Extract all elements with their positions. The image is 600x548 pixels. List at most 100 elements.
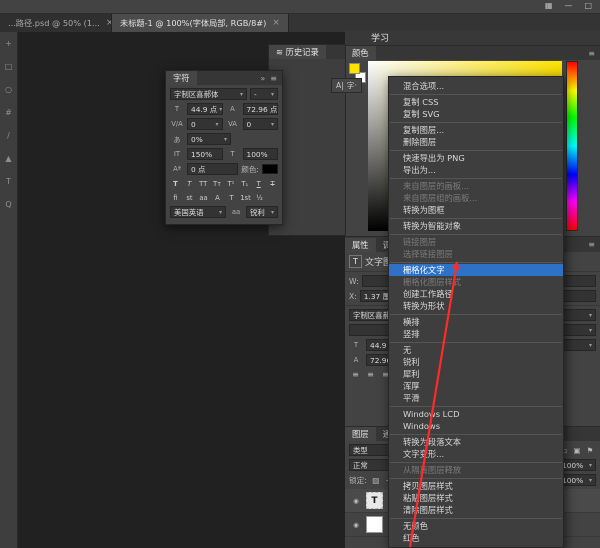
eyedropper-tool-icon[interactable]: / [7,132,10,140]
menu-item-29[interactable]: 锐利 [389,356,563,368]
crop-tool-icon[interactable]: # [5,109,12,117]
hue-slider[interactable] [566,61,578,231]
swash-button[interactable]: st [184,192,195,203]
faux-italic-button[interactable]: T [184,178,195,189]
font-style-select[interactable]: - [250,88,278,100]
tab-properties[interactable]: 属性 [345,237,376,252]
titling-alt-button[interactable]: A [212,192,223,203]
menu-item-32[interactable]: 平滑 [389,392,563,404]
foreground-color-swatch[interactable] [349,63,360,74]
filter-smartobject-icon[interactable]: ▣ [571,446,583,455]
menu-item-37[interactable]: 转换为段落文本 [389,436,563,448]
character-row-scale: IT 150% T 100% [170,148,278,160]
font-size-input[interactable]: 44.9 点 [187,103,223,115]
learn-title: 学习 [371,34,390,44]
menu-item-44[interactable]: 清除图层样式 [389,504,563,516]
proportional-input[interactable]: 0% [187,133,231,145]
brush-tool-icon[interactable]: ▲ [5,155,11,163]
close-tab-icon[interactable]: × [272,18,280,28]
leading-input[interactable]: 72.96 点 [242,103,278,115]
tab-character[interactable]: 字符 [166,71,197,85]
menu-item-30[interactable]: 犀利 [389,368,563,380]
tracking-icon: VA [228,120,237,128]
tab-history[interactable]: ≋ 历史记录 [269,45,326,59]
menu-item-26[interactable]: 竖排 [389,328,563,340]
lasso-tool-icon[interactable]: ○ [5,86,12,94]
menu-item-42[interactable]: 拷贝图层样式 [389,480,563,492]
menu-item-0[interactable]: 混合选项... [389,80,563,92]
tools-toolbar: + □ ○ # / ▲ T Q [0,32,18,548]
menu-item-34[interactable]: Windows LCD [389,408,563,420]
menu-item-8[interactable]: 快速导出为 PNG [389,152,563,164]
fractions-button[interactable]: ½ [254,192,265,203]
menu-item-22[interactable]: 创建工作路径 [389,288,563,300]
faux-bold-button[interactable]: T [170,178,181,189]
grid-icon[interactable]: ▦ [545,1,553,10]
vertical-scale-input[interactable]: 150% [187,148,223,160]
collapsed-character-panel-button[interactable]: A| 字· [331,78,362,93]
menu-item-13[interactable]: 转换为图框 [389,204,563,216]
filter-flag-icon[interactable]: ⚑ [584,446,596,455]
menu-item-2[interactable]: 复制 CSS [389,96,563,108]
menu-item-28[interactable]: 无 [389,344,563,356]
menu-item-31[interactable]: 浑厚 [389,380,563,392]
leading-icon: A [353,356,359,364]
menu-item-47[interactable]: 红色 [389,532,563,544]
menu-item-20[interactable]: 栅格化文字 [389,264,563,276]
learn-panel-header[interactable]: 学习 [345,30,600,46]
horizontal-scale-icon: T [230,150,235,158]
menu-item-15[interactable]: 转换为智能对象 [389,220,563,232]
kerning-input[interactable]: 0 [187,118,223,130]
menu-item-35[interactable]: Windows [389,420,563,432]
oldstyle-button[interactable]: T [226,192,237,203]
document-tab-active[interactable]: 未标题-1 @ 100%(字体局部, RGB/8#) × [112,14,289,32]
ligatures-button[interactable]: fi [170,192,181,203]
collapse-panel-icon[interactable]: » [260,74,265,83]
baseline-shift-input[interactable]: 0 点 [187,163,239,175]
menu-item-23[interactable]: 转换为形状 [389,300,563,312]
underline-button[interactable]: T [253,178,264,189]
width-label: W: [349,276,359,286]
zoom-tool-icon[interactable]: Q [5,201,11,209]
align-center-icon[interactable]: ≡ [364,370,377,379]
superscript-button[interactable]: T¹ [226,178,237,189]
panel-menu-icon[interactable]: ≡ [588,49,595,58]
tab-color[interactable]: 颜色 [345,46,376,60]
align-left-icon[interactable]: ≡ [349,370,362,379]
menu-item-6[interactable]: 删除图层 [389,136,563,148]
language-select[interactable]: 美国英语 [170,206,226,218]
menu-item-43[interactable]: 粘贴图层样式 [389,492,563,504]
antialias-select[interactable]: 锐利 [246,206,278,218]
menu-item-38[interactable]: 文字变形... [389,448,563,460]
maximize-icon[interactable]: □ [584,1,592,10]
tab-layers[interactable]: 图层 [345,427,376,441]
all-caps-button[interactable]: TT [198,178,209,189]
leading-value: 72.96 点 [246,104,278,114]
menu-item-9[interactable]: 导出为... [389,164,563,176]
text-color-swatch[interactable] [262,164,278,174]
tracking-input[interactable]: 0 [242,118,278,130]
small-caps-button[interactable]: Tᴛ [212,178,223,189]
minimize-icon[interactable]: — [564,1,572,10]
horizontal-scale-input[interactable]: 100% [242,148,278,160]
menu-separator [390,433,562,435]
visibility-eye-icon[interactable]: ◉ [351,497,361,505]
panel-menu-icon[interactable]: ≡ [270,74,277,83]
ordinals-button[interactable]: 1st [240,192,251,203]
menu-item-25[interactable]: 横排 [389,316,563,328]
font-family-select[interactable]: 字制区喜郝体 [170,88,247,100]
type-tool-icon[interactable]: T [6,178,11,186]
menu-item-3[interactable]: 复制 SVG [389,108,563,120]
visibility-eye-icon[interactable]: ◉ [351,521,361,529]
document-tab-inactive[interactable]: ...路径.psd @ 50% (1... × [0,14,112,32]
lock-transparency-icon[interactable]: ▨ [370,476,382,485]
panel-menu-icon[interactable]: ≡ [588,240,595,249]
move-tool-icon[interactable]: + [5,40,12,48]
marquee-tool-icon[interactable]: □ [5,63,13,71]
menu-item-5[interactable]: 复制图层... [389,124,563,136]
strikethrough-button[interactable]: T [267,178,278,189]
menu-item-46[interactable]: 无颜色 [389,520,563,532]
subscript-button[interactable]: T₁ [239,178,250,189]
history-tab-label: 历史记录 [285,47,319,57]
stylistic-alt-button[interactable]: aa [198,192,209,203]
